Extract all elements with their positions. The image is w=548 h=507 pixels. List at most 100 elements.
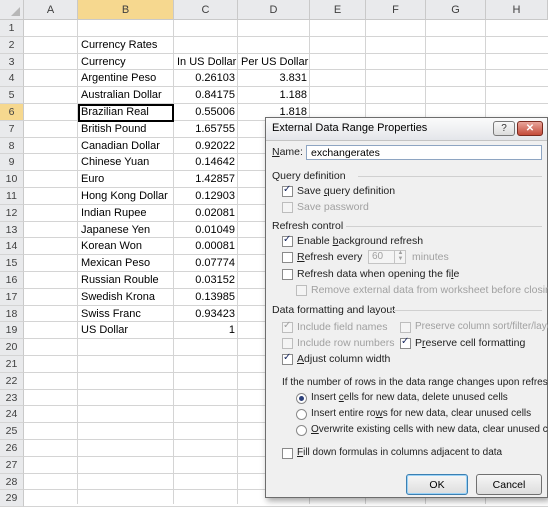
- row-header[interactable]: 19: [0, 322, 24, 339]
- row-header[interactable]: 28: [0, 474, 24, 490]
- preserve-cell-formatting-checkbox[interactable]: [400, 336, 411, 349]
- row-header[interactable]: 10: [0, 171, 24, 188]
- row-header[interactable]: 16: [0, 272, 24, 289]
- cell-c26[interactable]: [174, 441, 238, 457]
- cell-b28[interactable]: [78, 475, 174, 491]
- cell-b9[interactable]: Chinese Yuan: [78, 155, 174, 171]
- save-query-definition-checkbox[interactable]: [282, 184, 293, 197]
- row-header[interactable]: 22: [0, 373, 24, 390]
- cell-c16[interactable]: 0.03152: [174, 273, 238, 289]
- cell-b19[interactable]: US Dollar: [78, 323, 174, 339]
- cell-b11[interactable]: Hong Kong Dollar: [78, 189, 174, 205]
- row-header[interactable]: 1: [0, 20, 24, 37]
- cell-c8[interactable]: 0.92022: [174, 139, 238, 155]
- cell-c24[interactable]: [174, 407, 238, 423]
- row-header[interactable]: 21: [0, 356, 24, 373]
- cell-c12[interactable]: 0.02081: [174, 206, 238, 222]
- cell-b20[interactable]: [78, 340, 174, 356]
- row-header[interactable]: 7: [0, 121, 24, 138]
- cell-c6[interactable]: 0.55006: [174, 105, 238, 121]
- cell-d5[interactable]: 1.188: [238, 88, 310, 104]
- column-header-e[interactable]: E: [310, 0, 366, 20]
- row-header[interactable]: 8: [0, 138, 24, 154]
- row-header[interactable]: 29: [0, 490, 24, 507]
- cell-c20[interactable]: [174, 340, 238, 356]
- fill-down-formulas-checkbox[interactable]: [282, 448, 293, 459]
- column-header-c[interactable]: C: [174, 0, 238, 20]
- dialog-titlebar[interactable]: External Data Range Properties ? ✕: [266, 118, 547, 141]
- insert-cells-radio[interactable]: [296, 393, 307, 404]
- cell-c7[interactable]: 1.65755: [174, 122, 238, 138]
- column-header-a[interactable]: A: [24, 0, 78, 20]
- row-header[interactable]: 3: [0, 54, 24, 70]
- row-header[interactable]: 9: [0, 154, 24, 171]
- row-header[interactable]: 11: [0, 188, 24, 205]
- cell-b1[interactable]: [78, 21, 174, 37]
- cell-c11[interactable]: 0.12903: [174, 189, 238, 205]
- row-header[interactable]: 13: [0, 222, 24, 238]
- cell-b29[interactable]: [78, 491, 174, 507]
- column-header-d[interactable]: D: [238, 0, 310, 20]
- cell-b12[interactable]: Indian Rupee: [78, 206, 174, 222]
- enable-background-refresh-checkbox[interactable]: [282, 234, 293, 247]
- cell-b15[interactable]: Mexican Peso: [78, 256, 174, 272]
- refresh-on-open-checkbox[interactable]: [282, 269, 293, 280]
- cell-b14[interactable]: Korean Won: [78, 239, 174, 255]
- cell-d1[interactable]: [238, 21, 310, 37]
- cell-c10[interactable]: 1.42857: [174, 172, 238, 188]
- cell-c22[interactable]: [174, 374, 238, 390]
- cell-b13[interactable]: Japanese Yen: [78, 223, 174, 239]
- active-cell-selection[interactable]: [78, 104, 174, 122]
- include-field-names-checkbox[interactable]: [282, 320, 293, 333]
- cell-c4[interactable]: 0.26103: [174, 71, 238, 87]
- row-header[interactable]: 5: [0, 87, 24, 104]
- preserve-sort-filter-checkbox[interactable]: [400, 322, 411, 333]
- save-password-checkbox[interactable]: [282, 202, 293, 213]
- row-header[interactable]: 6: [0, 104, 24, 121]
- cell-d4[interactable]: 3.831: [238, 71, 310, 87]
- row-header[interactable]: 17: [0, 289, 24, 306]
- name-input[interactable]: [306, 145, 542, 160]
- cell-c18[interactable]: 0.93423: [174, 307, 238, 323]
- cell-b5[interactable]: Australian Dollar: [78, 88, 174, 104]
- cell-b16[interactable]: Russian Rouble: [78, 273, 174, 289]
- row-header[interactable]: 2: [0, 37, 24, 54]
- cell-b27[interactable]: [78, 458, 174, 474]
- cell-c23[interactable]: [174, 391, 238, 407]
- cell-c29[interactable]: [174, 491, 238, 507]
- cell-b23[interactable]: [78, 391, 174, 407]
- cell-b26[interactable]: [78, 441, 174, 457]
- row-header[interactable]: 23: [0, 390, 24, 406]
- cell-b7[interactable]: British Pound: [78, 122, 174, 138]
- cell-c13[interactable]: 0.01049: [174, 223, 238, 239]
- row-header[interactable]: 25: [0, 423, 24, 440]
- cell-c14[interactable]: 0.00081: [174, 239, 238, 255]
- refresh-every-checkbox[interactable]: [282, 252, 293, 263]
- column-header-g[interactable]: G: [426, 0, 486, 20]
- row-header[interactable]: 18: [0, 306, 24, 322]
- cell-c25[interactable]: [174, 424, 238, 440]
- cell-d3[interactable]: Per US Dollar: [238, 55, 310, 71]
- remove-external-data-checkbox[interactable]: [296, 285, 307, 296]
- cell-d2[interactable]: [238, 38, 310, 54]
- cell-b22[interactable]: [78, 374, 174, 390]
- cell-c17[interactable]: 0.13985: [174, 290, 238, 306]
- row-header[interactable]: 20: [0, 339, 24, 356]
- cell-b17[interactable]: Swedish Krona: [78, 290, 174, 306]
- row-header[interactable]: 14: [0, 238, 24, 255]
- overwrite-radio[interactable]: [296, 425, 307, 436]
- cell-c21[interactable]: [174, 357, 238, 373]
- column-header-b[interactable]: B: [78, 0, 174, 20]
- ok-button[interactable]: OK: [406, 474, 468, 495]
- cell-c15[interactable]: 0.07774: [174, 256, 238, 272]
- column-header-f[interactable]: F: [366, 0, 426, 20]
- cell-c9[interactable]: 0.14642: [174, 155, 238, 171]
- cancel-button[interactable]: Cancel: [476, 474, 542, 495]
- cell-b25[interactable]: [78, 424, 174, 440]
- cell-b18[interactable]: Swiss Franc: [78, 307, 174, 323]
- row-header[interactable]: 12: [0, 205, 24, 222]
- cell-b24[interactable]: [78, 407, 174, 423]
- cell-c5[interactable]: 0.84175: [174, 88, 238, 104]
- cell-c2[interactable]: [174, 38, 238, 54]
- cell-c28[interactable]: [174, 475, 238, 491]
